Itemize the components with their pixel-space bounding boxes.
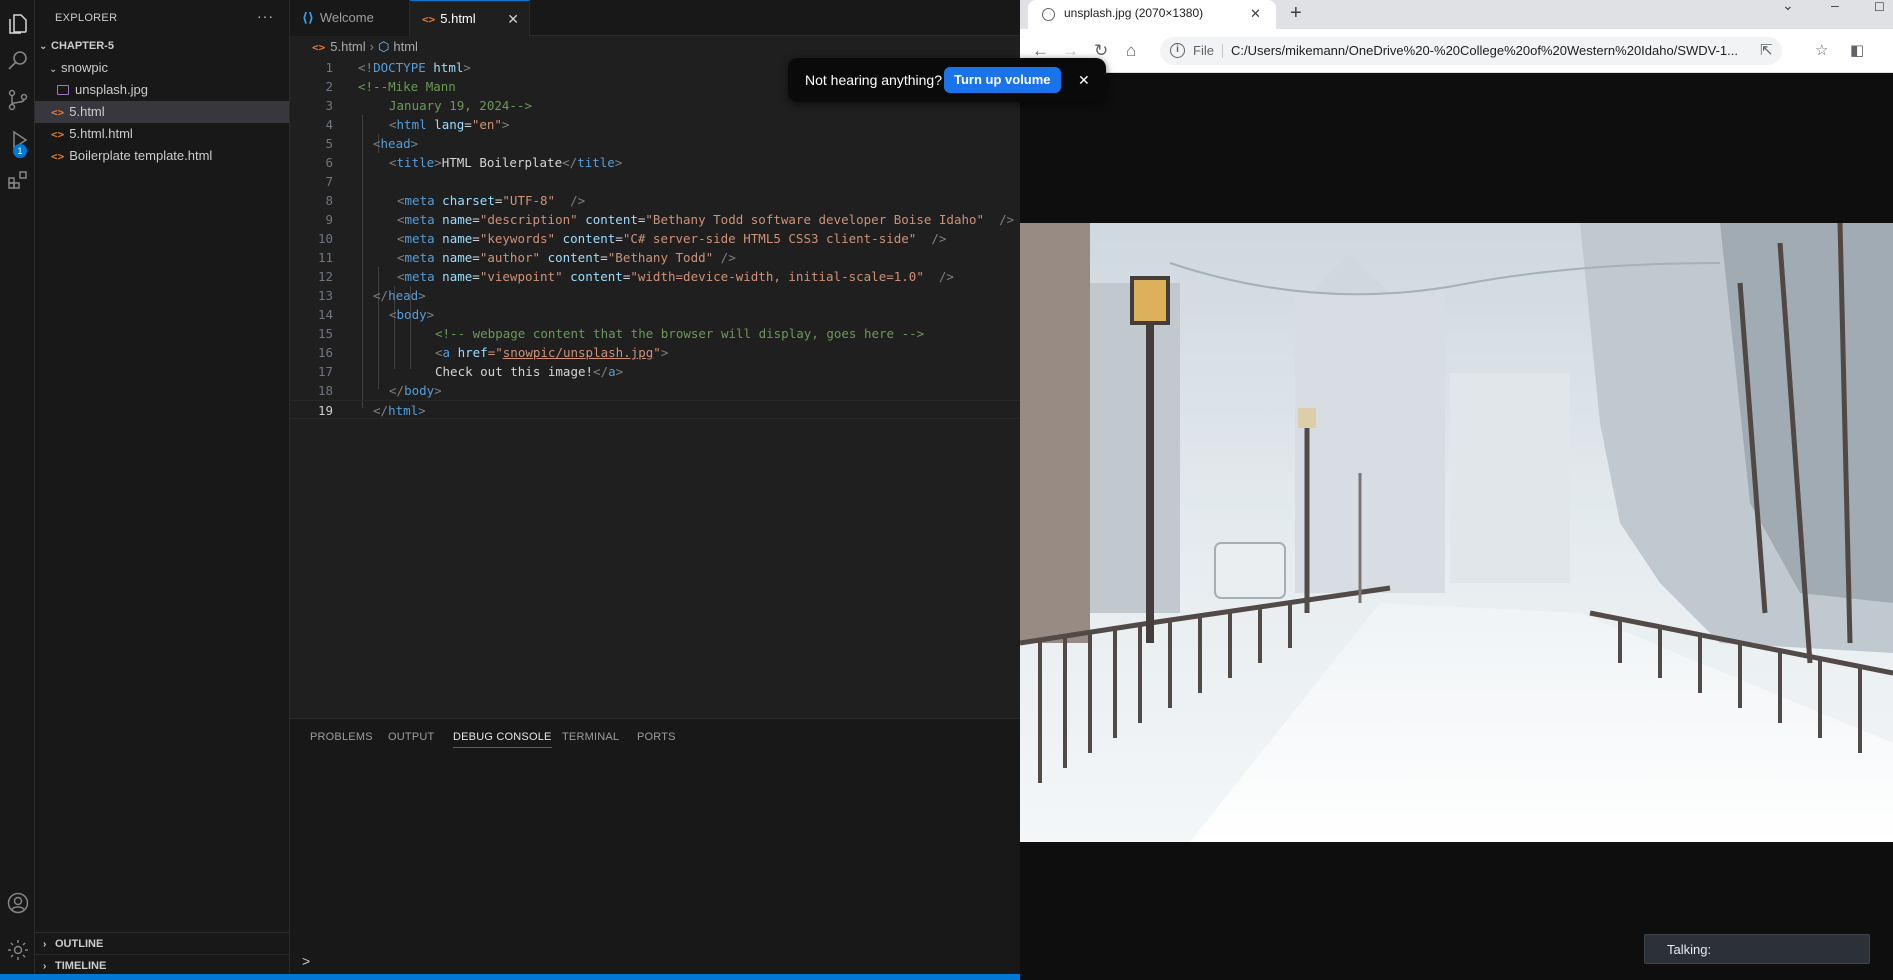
code-line: 14 <body> [317, 307, 435, 322]
info-icon[interactable]: i [1170, 43, 1185, 58]
folder-chapter-5[interactable]: ⌄ CHAPTER-5 [35, 35, 289, 57]
maximize-icon[interactable]: ☐ [1874, 1, 1885, 13]
turn-up-volume-button[interactable]: Turn up volume [944, 67, 1061, 93]
code-line: 12 <meta name="viewpoint" content="width=… [317, 269, 954, 284]
file-5-html[interactable]: <> 5.html [35, 101, 289, 123]
breadcrumb: <> 5.html › ⬡ html [290, 36, 1020, 58]
editor-tabs: ⟨⟩ Welcome <> 5.html ✕ [290, 0, 1020, 36]
address-url[interactable]: C:/Users/mikemann/OneDrive%20-%20College… [1231, 37, 1738, 65]
search-icon[interactable] [0, 42, 35, 78]
star-icon[interactable]: ☆ [1815, 43, 1828, 59]
vscode-window: 1 EXPLORER ··· ⌄ CHAPTER-5 ⌄ snowpic unspl… [0, 0, 1020, 980]
code-line: 9 <meta name="description" content="Betha… [325, 212, 1015, 227]
code-line: 8 <meta charset="UTF-8" /> [325, 193, 586, 208]
code-line: 4 <html lang="en"> [325, 117, 510, 132]
symbol-icon: ⬡ [378, 39, 390, 54]
share-icon[interactable]: ⇱ [1760, 43, 1773, 59]
activity-bar: 1 [0, 0, 35, 980]
talking-indicator: Talking: [1644, 934, 1870, 964]
code-editor[interactable]: 1 <!DOCTYPE html> 2 <!--Mike Mann 3 January… [290, 58, 1020, 718]
file-boilerplate-template[interactable]: <> Boilerplate template.html [35, 145, 289, 167]
divider [1222, 44, 1223, 58]
explorer-sidebar: EXPLORER ··· ⌄ CHAPTER-5 ⌄ snowpic unsplas… [35, 0, 290, 980]
code-line: 5 <head> [325, 136, 419, 151]
code-line: 18 </body> [317, 383, 442, 398]
chevron-down-icon[interactable]: ⌄ [1782, 0, 1794, 12]
minimize-icon[interactable]: – [1831, 0, 1839, 12]
folder-snowpic[interactable]: ⌄ snowpic [35, 57, 289, 79]
code-line: 7 [325, 174, 333, 189]
chrome-tab[interactable]: unsplash.jpg (2070×1380) ✕ [1028, 0, 1276, 29]
code-line: 15 <!-- webpage content that the browser … [317, 326, 925, 341]
chrome-tab-title: unsplash.jpg (2070×1380) [1064, 6, 1204, 20]
close-icon[interactable]: ✕ [1078, 58, 1090, 102]
html-file-icon: <> [51, 150, 65, 163]
breadcrumb-file[interactable]: 5.html [330, 39, 365, 54]
globe-icon [1042, 8, 1055, 21]
code-line: 6 <title>HTML Boilerplate</title> [325, 155, 623, 170]
breadcrumb-symbol[interactable]: html [393, 39, 418, 54]
tab-problems[interactable]: PROBLEMS [310, 731, 373, 743]
address-bar[interactable]: i File C:/Users/mikemann/OneDrive%20-%20… [1160, 37, 1782, 65]
volume-toast: Not hearing anything? Turn up volume ✕ [788, 58, 1106, 102]
bottom-panel: PROBLEMS OUTPUT DEBUG CONSOLE TERMINAL P… [290, 718, 1020, 980]
code-line: 13 </head> [317, 288, 426, 303]
run-debug-icon[interactable]: 1 [0, 122, 35, 158]
settings-gear-icon[interactable] [0, 932, 35, 968]
html-file-icon: <> [312, 41, 326, 54]
chrome-tabstrip: unsplash.jpg (2070×1380) ✕ + ⌄ – ☐ [1020, 0, 1893, 29]
sidebar-icon[interactable]: ◧ [1850, 43, 1864, 59]
file-5-html-html[interactable]: <> 5.html.html [35, 123, 289, 145]
image-file-icon [57, 85, 69, 95]
code-line: 11 <meta name="author" content="Bethany T… [317, 250, 736, 265]
vscode-logo-icon: ⟨⟩ [302, 10, 314, 25]
close-icon[interactable]: ✕ [507, 1, 519, 37]
home-icon[interactable]: ⌂ [1126, 39, 1136, 63]
chevron-right-icon: › [43, 939, 47, 950]
chrome-toolbar: ← → ↻ ⌂ i File C:/Users/mikemann/OneDriv… [1020, 29, 1893, 73]
code-line-current: 19 </html> [290, 400, 1020, 419]
html-file-icon: <> [51, 106, 65, 119]
extensions-icon[interactable] [0, 162, 35, 198]
file-unsplash-jpg[interactable]: unsplash.jpg [35, 79, 289, 101]
tab-output[interactable]: OUTPUT [388, 731, 434, 743]
code-line: 10 <meta name="keywords" content="C# serv… [317, 231, 947, 246]
address-scheme: File [1193, 43, 1214, 58]
html-file-icon: <> [422, 13, 436, 26]
new-tab-button[interactable]: + [1290, 1, 1302, 25]
more-actions-icon[interactable]: ··· [257, 8, 274, 24]
tab-debug-console[interactable]: DEBUG CONSOLE [453, 731, 552, 748]
debug-badge: 1 [13, 144, 27, 158]
status-bar [0, 974, 1020, 980]
outline-section[interactable]: › OUTLINE [35, 932, 289, 954]
chevron-down-icon: ⌄ [49, 64, 58, 75]
chevron-down-icon: ⌄ [39, 41, 48, 52]
explorer-icon[interactable] [0, 6, 35, 42]
tab-terminal[interactable]: TERMINAL [562, 731, 619, 743]
explorer-title: EXPLORER [55, 12, 118, 24]
talking-label: Talking: [1667, 942, 1712, 957]
tab-5-html[interactable]: <> 5.html ✕ [410, 0, 530, 36]
html-file-icon: <> [51, 128, 65, 141]
debug-console-prompt[interactable]: > [302, 953, 310, 969]
tab-ports[interactable]: PORTS [637, 731, 676, 743]
code-line: 17 Check out this image!</a> [317, 364, 624, 379]
code-line: 16 <a href="snowpic/unsplash.jpg"> [317, 345, 669, 360]
close-icon[interactable]: ✕ [1250, 0, 1261, 27]
chrome-window: unsplash.jpg (2070×1380) ✕ + ⌄ – ☐ ← → ↻… [1020, 0, 1893, 980]
toast-message: Not hearing anything? [805, 72, 942, 88]
source-control-icon[interactable] [0, 82, 35, 118]
snow-street-image [1020, 223, 1893, 842]
tab-welcome[interactable]: ⟨⟩ Welcome [290, 0, 410, 36]
timeline-section[interactable]: › TIMELINE [35, 954, 289, 976]
account-icon[interactable] [0, 885, 35, 921]
